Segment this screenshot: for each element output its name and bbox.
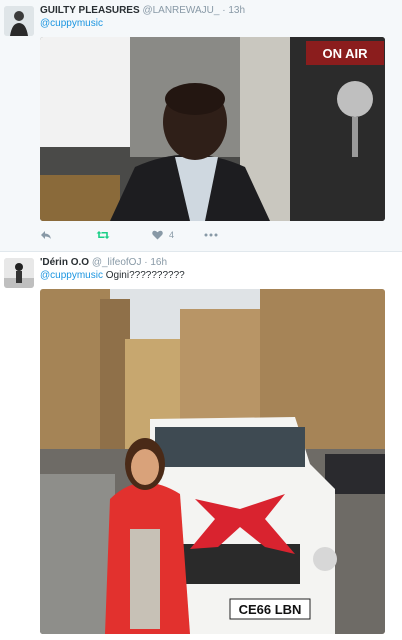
license-plate: CE66 LBN — [239, 602, 302, 617]
on-air-sign: ON AIR — [322, 46, 368, 61]
like-count: 4 — [169, 230, 175, 240]
timestamp[interactable]: 13h — [228, 5, 245, 16]
tweet-header: GUILTY PLEASURES @LANREWAJU_ · 13h — [40, 5, 245, 16]
like-button[interactable]: 4 — [152, 228, 174, 242]
more-button[interactable] — [204, 228, 218, 242]
reply-icon — [41, 231, 51, 239]
avatar[interactable] — [4, 6, 34, 36]
heart-icon — [152, 230, 163, 240]
display-name[interactable]: GUILTY PLEASURES — [40, 5, 140, 16]
separator: · — [222, 5, 226, 16]
tweet-actions: 4 — [40, 228, 240, 242]
tweet[interactable]: GUILTY PLEASURES @LANREWAJU_ · 13h @cupp… — [0, 0, 402, 252]
mention-link[interactable]: @cuppymusic — [40, 18, 103, 29]
user-handle[interactable]: @_lifeofOJ — [92, 257, 142, 268]
tweet-photo[interactable]: CE66 LBN — [40, 289, 385, 634]
more-icon — [204, 233, 218, 237]
avatar[interactable] — [4, 258, 34, 288]
tweet-photo[interactable]: ON AIR — [40, 37, 385, 221]
tweet-text: @cuppymusic Ogini?????????? — [40, 270, 185, 281]
user-handle[interactable]: @LANREWAJU_ — [142, 5, 219, 16]
separator: · — [144, 257, 148, 268]
tweet-header: 'Dérin O.O @_lifeofOJ · 16h — [40, 257, 167, 268]
tweet-text: @cuppymusic — [40, 18, 103, 29]
reply-button[interactable] — [40, 228, 52, 242]
mention-link[interactable]: @cuppymusic — [40, 270, 103, 281]
tweet-body: Ogini?????????? — [102, 270, 185, 281]
tweet[interactable]: 'Dérin O.O @_lifeofOJ · 16h @cuppymusic … — [0, 252, 402, 640]
timestamp[interactable]: 16h — [150, 257, 167, 268]
retweet-icon — [96, 231, 110, 239]
display-name[interactable]: 'Dérin O.O — [40, 257, 89, 268]
retweet-button[interactable] — [96, 228, 110, 242]
